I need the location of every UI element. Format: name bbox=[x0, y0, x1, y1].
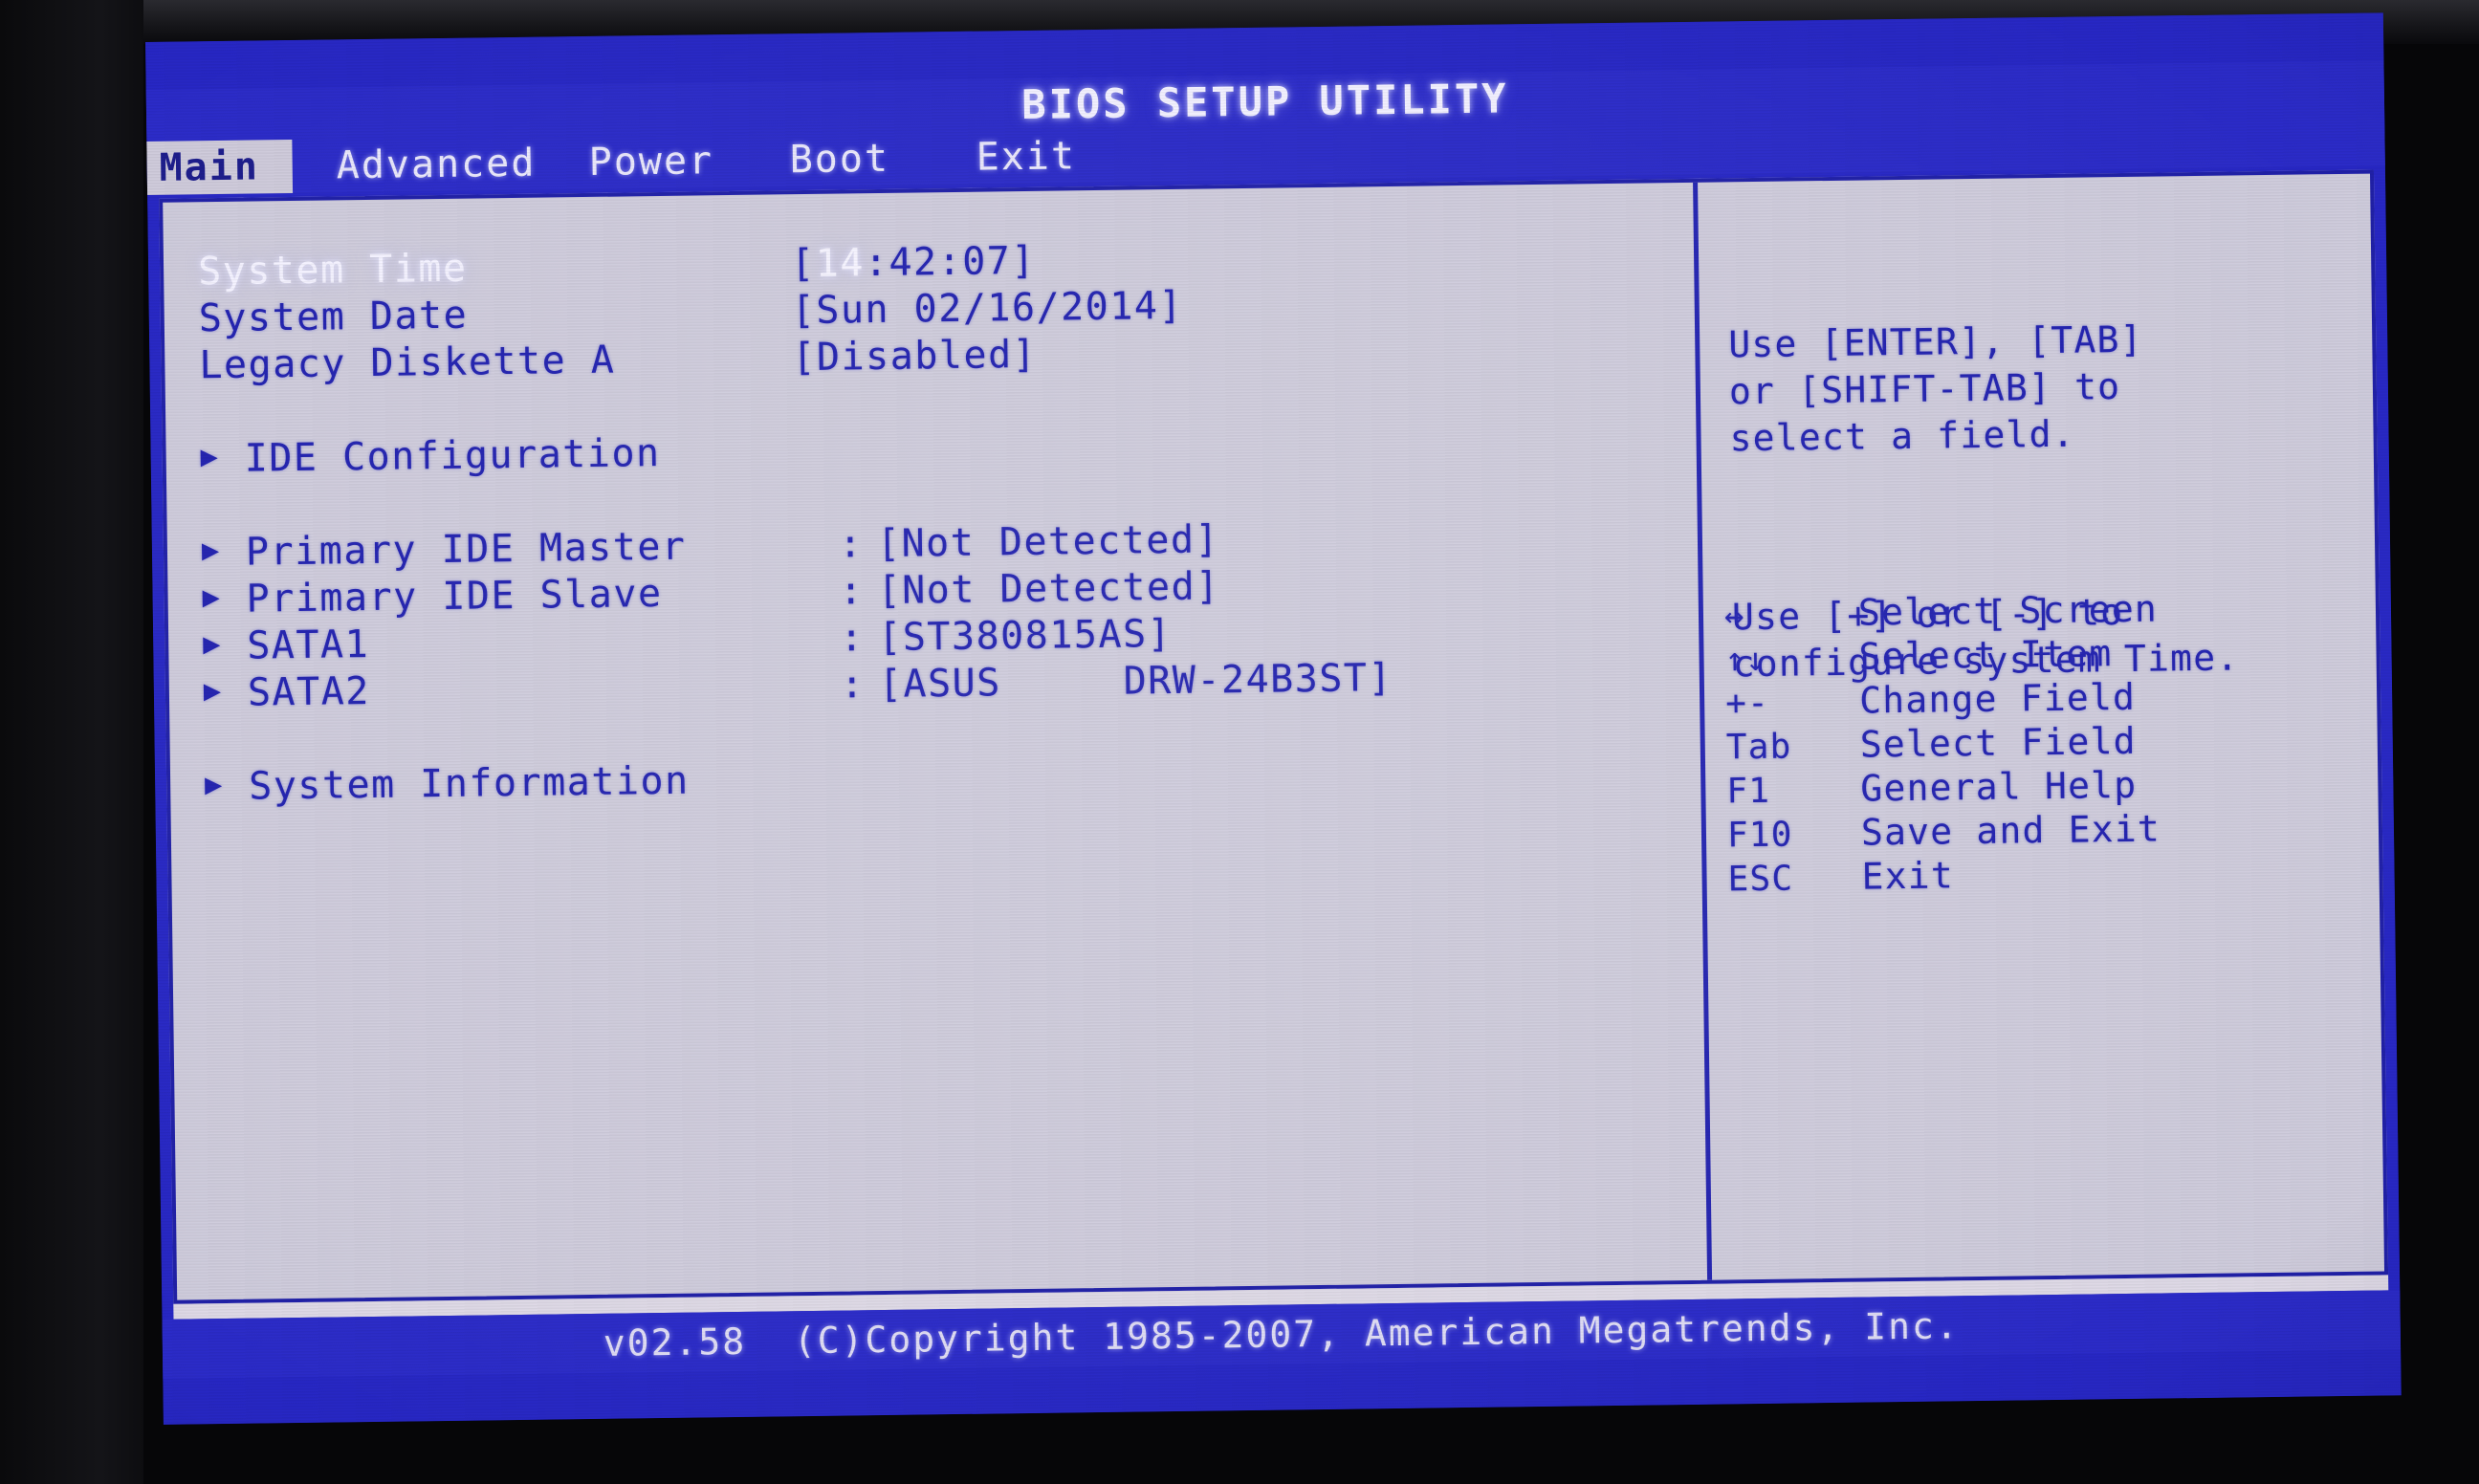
value-system-date[interactable]: [Sun 02/16/2014] bbox=[791, 283, 1183, 332]
setup-panel: System Time [14:42:07] System Date [Sun … bbox=[159, 169, 2389, 1304]
triangle-right-icon: ▶ bbox=[202, 579, 222, 614]
screen-surface: BIOS SETUP UTILITY Main Advanced Power B… bbox=[145, 12, 2402, 1425]
monitor-bezel-left bbox=[0, 0, 143, 1484]
esc-key-label: ESC bbox=[1727, 859, 1794, 900]
value-system-time[interactable]: [14:42:07] bbox=[791, 238, 1036, 285]
value-primary-ide-master: [Not Detected] bbox=[876, 516, 1220, 566]
bios-screen-photo: BIOS SETUP UTILITY Main Advanced Power B… bbox=[0, 0, 2479, 1484]
legend-label-select-item: Select Item bbox=[1858, 632, 2113, 678]
label-sata2: SATA2 bbox=[247, 668, 371, 715]
plus-minus-icon: +- bbox=[1724, 683, 1770, 724]
colon-primary-ide-master: : bbox=[838, 521, 864, 567]
value-hour-cursor: 14 bbox=[815, 240, 866, 286]
value-time-rest: :42:07] bbox=[864, 238, 1037, 285]
legend-label-exit: Exit bbox=[1861, 854, 1955, 898]
help-pane: Use [ENTER], [TAB] or [SHIFT-TAB] to sel… bbox=[1698, 174, 2384, 1280]
value-bracket-open: [ bbox=[790, 241, 816, 286]
help-paragraph-1: Use [ENTER], [TAB] or [SHIFT-TAB] to sel… bbox=[1727, 317, 2143, 460]
settings-pane: System Time [14:42:07] System Date [Sun … bbox=[163, 183, 1707, 1300]
page-title: BIOS SETUP UTILITY bbox=[1021, 74, 1509, 128]
value-sata2: [ASUS DRW-24B3ST] bbox=[878, 655, 1393, 707]
label-system-information: System Information bbox=[248, 758, 690, 809]
triangle-right-icon: ▶ bbox=[201, 533, 221, 567]
copyright-text: v02.58 (C)Copyright 1985-2007, American … bbox=[603, 1304, 1961, 1364]
triangle-right-icon: ▶ bbox=[203, 673, 223, 708]
label-ide-configuration: IDE Configuration bbox=[244, 430, 661, 481]
f1-key-label: F1 bbox=[1726, 771, 1771, 812]
colon-primary-ide-slave: : bbox=[839, 568, 865, 614]
legend-label-change-field: Change Field bbox=[1858, 675, 2137, 722]
tab-key-label: Tab bbox=[1725, 727, 1792, 768]
f10-key-label: F10 bbox=[1726, 815, 1793, 856]
label-system-date: System Date bbox=[198, 293, 469, 340]
value-legacy-diskette-a[interactable]: [Disabled] bbox=[792, 332, 1037, 379]
bios-screen: BIOS SETUP UTILITY Main Advanced Power B… bbox=[145, 12, 2402, 1425]
legend-exit: ESC Exit bbox=[1727, 849, 2359, 902]
label-primary-ide-slave: Primary IDE Slave bbox=[246, 571, 663, 622]
label-legacy-diskette-a: Legacy Diskette A bbox=[199, 338, 616, 387]
tab-main[interactable]: Main bbox=[145, 140, 294, 196]
value-primary-ide-slave: [Not Detected] bbox=[877, 563, 1220, 613]
colon-sata2: : bbox=[840, 662, 866, 708]
settings-list: System Time [14:42:07] System Date [Sun … bbox=[198, 229, 1678, 810]
legend-label-general-help: General Help bbox=[1860, 763, 2138, 810]
tab-power[interactable]: Power bbox=[577, 134, 725, 189]
up-down-arrow-icon: ↑↓ bbox=[1724, 640, 1767, 680]
legend-label-save-and-exit: Save and Exit bbox=[1860, 807, 2161, 854]
legend-label-select-field: Select Field bbox=[1859, 719, 2137, 766]
tab-advanced[interactable]: Advanced bbox=[324, 137, 547, 193]
legend-label-select-screen: Select Screen bbox=[1857, 587, 2159, 634]
label-sata1: SATA1 bbox=[246, 622, 370, 668]
value-sata1: [ST380815AS] bbox=[877, 611, 1173, 660]
triangle-right-icon: ▶ bbox=[203, 626, 223, 661]
key-legend: ↔ Select Screen ↑↓ Select Item +- Change… bbox=[1724, 585, 2359, 902]
label-system-time: System Time bbox=[197, 246, 468, 294]
colon-sata1: : bbox=[839, 615, 866, 661]
triangle-right-icon: ▶ bbox=[204, 767, 224, 801]
tab-exit[interactable]: Exit bbox=[964, 129, 1087, 185]
label-primary-ide-master: Primary IDE Master bbox=[245, 524, 687, 575]
tab-boot[interactable]: Boot bbox=[778, 132, 901, 187]
left-right-arrow-icon: ↔ bbox=[1723, 597, 1745, 636]
triangle-right-icon: ▶ bbox=[200, 439, 220, 473]
